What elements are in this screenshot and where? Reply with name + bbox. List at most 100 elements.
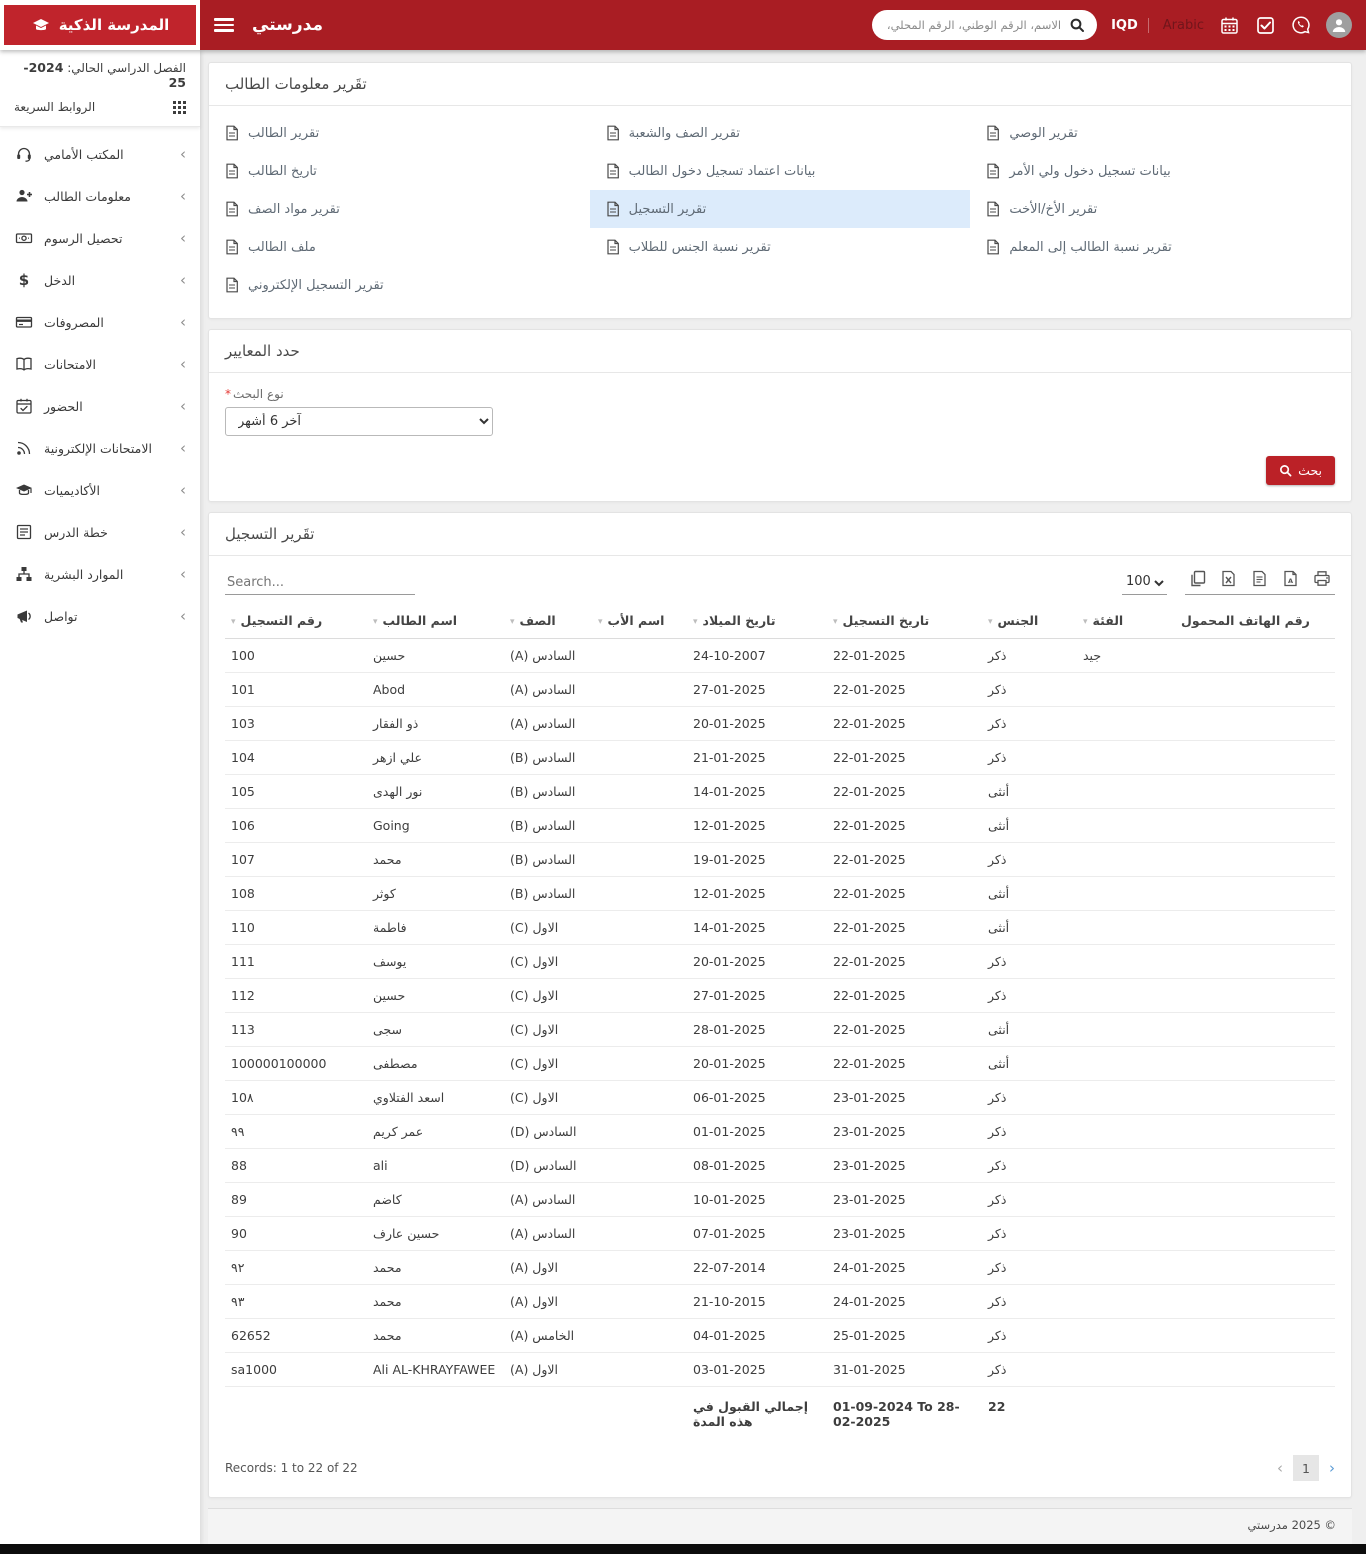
column-header[interactable]: ▾ رقم التسجيل [225, 605, 367, 639]
sidebar-item[interactable]: المصروفات ‹ [0, 301, 200, 343]
sidebar-item[interactable]: المكتب الأمامي ‹ [0, 133, 200, 175]
global-search-input[interactable] [884, 18, 1062, 32]
table-row: 104 علي ازهر السادس (B) 21-01-2025 22-01-202… [225, 740, 1335, 775]
column-header[interactable]: ▾ اسم الأب [592, 605, 687, 639]
column-header[interactable]: ▾ الجنس [982, 605, 1077, 639]
school-logo[interactable]: المدرسة الذكية [4, 5, 196, 45]
cell-gender: ذكر [982, 978, 1077, 1013]
cell-student-name[interactable]: حسين [367, 978, 504, 1013]
cell-student-name[interactable]: اسعد الفتلاوي [367, 1080, 504, 1115]
cell-date-of-birth: 20-01-2025 [687, 944, 827, 979]
sidebar-item[interactable]: الموارد البشرية ‹ [0, 553, 200, 595]
cell-student-name[interactable]: Abod [367, 672, 504, 707]
sidebar-item[interactable]: تحصيل الرسوم ‹ [0, 217, 200, 259]
cell-student-name[interactable]: محمد [367, 1250, 504, 1285]
column-header[interactable]: ▾ تاريخ التسجيل [827, 605, 982, 639]
whatsapp-icon[interactable] [1290, 14, 1312, 36]
report-link[interactable]: تاريخ الطالب [209, 152, 590, 190]
currency-selector[interactable]: IQD [1111, 17, 1149, 33]
report-link[interactable]: تقرير نسبة الجنس للطلاب [590, 228, 971, 266]
report-link[interactable]: بيانات اعتماد تسجيل دخول الطالب [590, 152, 971, 190]
sidebar-item[interactable]: معلومات الطالب ‹ [0, 175, 200, 217]
tasks-icon[interactable] [1254, 14, 1276, 36]
report-link[interactable]: بيانات تسجيل دخول ولي الأمر [970, 152, 1351, 190]
csv-icon[interactable] [1251, 570, 1268, 587]
language-selector[interactable]: Arabic [1163, 18, 1204, 33]
report-link[interactable]: تقرير الأخ/الأخت [970, 190, 1351, 228]
cell-mobile [1175, 774, 1335, 809]
report-link[interactable]: تقرير الطالب [209, 114, 590, 152]
column-header[interactable]: ▾ الصف [504, 605, 592, 639]
cell-date-of-birth: 20-01-2025 [687, 1046, 827, 1081]
pagination-prev[interactable]: ‹ [1277, 1459, 1283, 1477]
cell-student-name[interactable]: مصطفى [367, 1046, 504, 1081]
report-link[interactable]: تقرير التسجيل الإلكتروني [209, 266, 590, 304]
column-header[interactable]: ▾ اسم الطالب [367, 605, 504, 639]
document-icon [986, 239, 1000, 255]
sidebar-item[interactable]: الحضور ‹ [0, 385, 200, 427]
table-row: 89 كاضم السادس (A) 10-01-2025 23-01-2025 ذكر [225, 1182, 1335, 1217]
sidebar-item[interactable]: $ الدخل ‹ [0, 259, 200, 301]
cell-student-name[interactable]: Going [367, 808, 504, 843]
user-avatar[interactable] [1326, 12, 1352, 38]
cell-admission-date: 25-01-2025 [827, 1318, 982, 1353]
report-link[interactable]: ملف الطالب [209, 228, 590, 266]
calendar-icon[interactable] [1218, 14, 1240, 36]
pagination-next[interactable]: › [1329, 1459, 1335, 1477]
cell-student-name[interactable]: سجى [367, 1012, 504, 1047]
cell-class: السادس (A) [504, 1216, 592, 1251]
cell-student-name[interactable]: كوثر [367, 876, 504, 911]
quick-links-row[interactable]: الروابط السريعة [14, 100, 186, 114]
report-link[interactable]: تقرير الوصي [970, 114, 1351, 152]
cell-student-name[interactable]: محمد [367, 1318, 504, 1353]
cell-student-name[interactable]: عمر كريم [367, 1114, 504, 1149]
chevron-left-icon: ‹ [180, 396, 186, 415]
search-button[interactable]: بحث [1266, 456, 1335, 485]
table-row: ٩٣ محمد الاول (A) 21-10-2015 24-01-2025 ذكر [225, 1284, 1335, 1319]
sidebar-item[interactable]: تواصل ‹ [0, 595, 200, 637]
graduation-cap-icon [14, 481, 34, 499]
cell-student-name[interactable]: يوسف [367, 944, 504, 979]
search-icon[interactable] [1069, 17, 1085, 33]
excel-icon[interactable] [1220, 570, 1237, 587]
cell-student-name[interactable]: فاطمة [367, 910, 504, 945]
criteria-card-title: حدد المعايير [209, 330, 1351, 373]
cell-father-name [592, 842, 687, 877]
table-row: 108 كوثر السادس (B) 12-01-2025 22-01-2025 أنث… [225, 876, 1335, 911]
sidebar-item[interactable]: الأكاديميات ‹ [0, 469, 200, 511]
cell-student-name[interactable]: علي ازهر [367, 740, 504, 775]
column-header[interactable]: ▾ الفئة [1077, 605, 1175, 639]
sidebar-item[interactable]: خطة الدرس ‹ [0, 511, 200, 553]
sort-icon: ▾ [373, 617, 378, 627]
cell-student-name[interactable]: ذو الفقار [367, 706, 504, 741]
cell-student-name[interactable]: حسين عارف [367, 1216, 504, 1251]
pdf-icon[interactable]: A [1282, 570, 1299, 587]
cell-student-name[interactable]: ali [367, 1148, 504, 1183]
cell-student-name[interactable]: كاضم [367, 1182, 504, 1217]
report-link[interactable]: تقرير نسبة الطالب إلى المعلم [970, 228, 1351, 266]
report-link-label: بيانات تسجيل دخول ولي الأمر [1009, 163, 1171, 179]
cell-student-name[interactable]: حسين [367, 638, 504, 673]
sidebar-item[interactable]: الامتحانات ‹ [0, 343, 200, 385]
copy-icon[interactable] [1189, 570, 1206, 587]
search-type-select[interactable]: آخر 6 أشهر [225, 407, 493, 436]
hamburger-menu-icon[interactable] [214, 18, 234, 32]
column-header[interactable]: ▾ تاريخ الميلاد [687, 605, 827, 639]
cell-student-name[interactable]: محمد [367, 1284, 504, 1319]
report-link[interactable]: تقرير مواد الصف [209, 190, 590, 228]
cell-student-name[interactable]: محمد [367, 842, 504, 877]
pagination-page-1[interactable]: 1 [1293, 1455, 1319, 1481]
page-size-select[interactable]: 100 [1122, 571, 1167, 595]
report-link-active[interactable]: تقرير التسجيل [589, 190, 971, 228]
document-icon [606, 239, 620, 255]
table-row: sa1000 Ali AL-KHRAYFAWEE الاول (A) 03-01-20… [225, 1352, 1335, 1387]
report-link[interactable]: تقرير الصف والشعبة [590, 114, 971, 152]
sidebar-item[interactable]: الامتحانات الإلكترونية ‹ [0, 427, 200, 469]
table-search-input[interactable] [225, 571, 415, 595]
cell-student-name[interactable]: نور الهدى [367, 774, 504, 809]
cell-student-name[interactable]: Ali AL-KHRAYFAWEE [367, 1352, 504, 1387]
grid-icon[interactable] [173, 100, 186, 114]
print-icon[interactable] [1313, 570, 1331, 587]
cell-date-of-birth: 24-10-2007 [687, 638, 827, 673]
records-info: Records: 1 to 22 of 22 [225, 1461, 358, 1475]
